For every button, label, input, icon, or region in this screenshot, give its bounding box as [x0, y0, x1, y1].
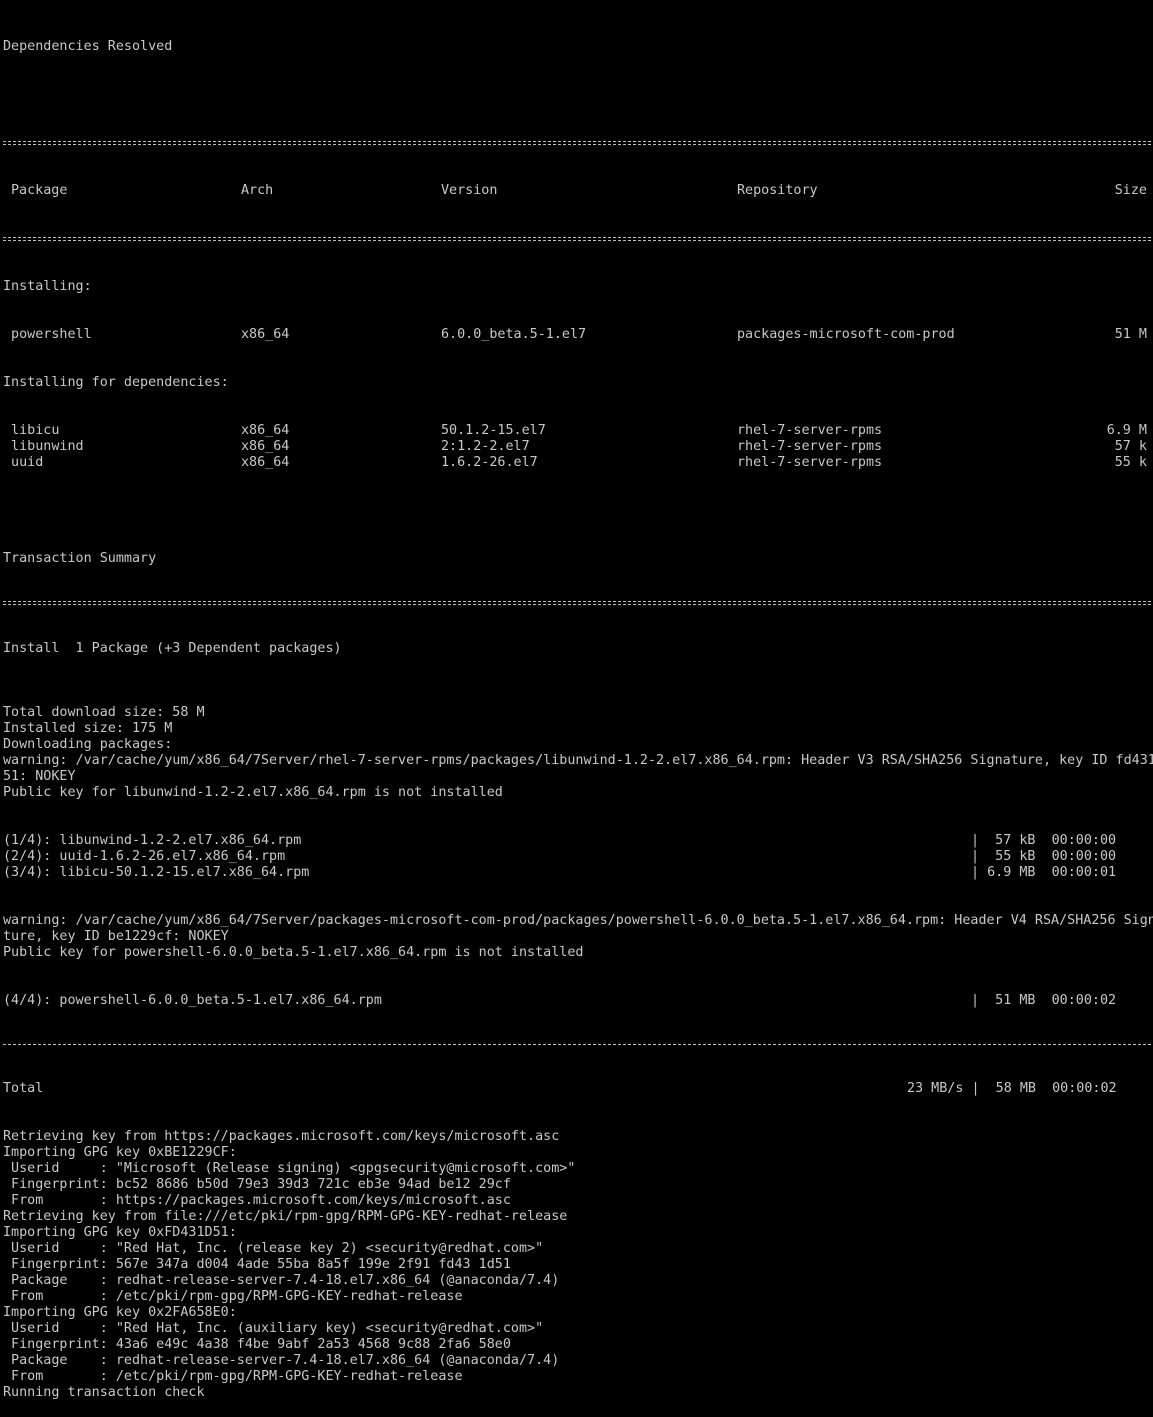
package-name: libunwind	[3, 439, 84, 454]
log-line: Userid : "Red Hat, Inc. (auxiliary key) …	[3, 1321, 544, 1336]
table-header: Package Arch Version Repository Size	[3, 183, 1151, 199]
log-line: Fingerprint: 43a6 e49c 4a38 f4be 9abf 2a…	[3, 1337, 511, 1352]
package-repo: packages-microsoft-com-prod	[737, 327, 955, 342]
download-name: (4/4): powershell-6.0.0_beta.5-1.el7.x86…	[3, 993, 382, 1008]
package-version: 1.6.2-26.el7	[441, 455, 538, 470]
package-name: powershell	[3, 327, 92, 342]
package-size: 55 k	[1114, 455, 1147, 470]
header-repository: Repository	[737, 183, 818, 198]
separator-rule	[3, 141, 1151, 145]
download-row: (3/4): libicu-50.1.2-15.el7.x86_64.rpm | …	[3, 865, 1151, 881]
download-name: (3/4): libicu-50.1.2-15.el7.x86_64.rpm	[3, 865, 310, 880]
log-line: Running transaction check	[3, 1385, 205, 1400]
dependency-rows: libicu x86_64 50.1.2-15.el7 rhel-7-server-r…	[3, 423, 1151, 471]
log-line: Userid : "Red Hat, Inc. (release key 2) …	[3, 1241, 544, 1256]
download-stats: | 57 kB 00:00:00	[971, 833, 1117, 848]
log-line: warning: /var/cache/yum/x86_64/7Server/r…	[3, 753, 1153, 768]
download-row: (2/4): uuid-1.6.2-26.el7.x86_64.rpm | 55 …	[3, 849, 1151, 865]
terminal-output[interactable]: Dependencies Resolved Package Arch Versi…	[3, 7, 1153, 1417]
installing-rows: powershell x86_64 6.0.0_beta.5-1.el7 packag…	[3, 327, 1151, 343]
log-line: Retrieving key from https://packages.mic…	[3, 1129, 560, 1144]
total-line: Total 23 MB/s | 58 MB 00:00:02	[3, 1081, 1151, 1097]
log-line: Fingerprint: 567e 347a d004 4ade 55ba 8a…	[3, 1257, 511, 1272]
deps-resolved-line: Dependencies Resolved	[3, 39, 173, 54]
log-line: Package : redhat-release-server-7.4-18.e…	[3, 1273, 560, 1288]
package-version: 50.1.2-15.el7	[441, 423, 546, 438]
log-line: Importing GPG key 0x2FA658E0:	[3, 1305, 237, 1320]
header-package: Package	[11, 183, 68, 198]
log-line: warning: /var/cache/yum/x86_64/7Server/p…	[3, 913, 1153, 928]
transaction-summary-heading: Transaction Summary	[3, 551, 157, 566]
log-line: Public key for libunwind-1.2-2.el7.x86_6…	[3, 785, 503, 800]
download-row-powershell: (4/4): powershell-6.0.0_beta.5-1.el7.x86…	[3, 993, 1151, 1009]
log-line: Downloading packages:	[3, 737, 173, 752]
package-arch: x86_64	[241, 327, 290, 342]
total-label: Total	[3, 1081, 44, 1096]
installing-label: Installing:	[3, 279, 92, 294]
install-summary-line: Install 1 Package (+3 Dependent packages…	[3, 641, 342, 656]
log-line: From : /etc/pki/rpm-gpg/RPM-GPG-KEY-redh…	[3, 1369, 463, 1384]
header-arch: Arch	[241, 183, 274, 198]
package-size: 57 k	[1114, 439, 1147, 454]
header-size: Size	[1114, 183, 1147, 198]
package-row: uuid x86_64 1.6.2-26.el7 rhel-7-server-rpms…	[3, 455, 1151, 471]
package-version: 6.0.0_beta.5-1.el7	[441, 327, 587, 342]
package-row: libunwind x86_64 2:1.2-2.el7 rhel-7-server-…	[3, 439, 1151, 455]
download-log: Total download size: 58 M Installed size:…	[3, 689, 1153, 801]
log-line: From : /etc/pki/rpm-gpg/RPM-GPG-KEY-redh…	[3, 1289, 463, 1304]
package-repo: rhel-7-server-rpms	[737, 423, 883, 438]
log-line: Retrieving key from file:///etc/pki/rpm-…	[3, 1209, 568, 1224]
package-row: powershell x86_64 6.0.0_beta.5-1.el7 packag…	[3, 327, 1151, 343]
package-arch: x86_64	[241, 439, 290, 454]
package-arch: x86_64	[241, 455, 290, 470]
download-name: (2/4): uuid-1.6.2-26.el7.x86_64.rpm	[3, 849, 286, 864]
download-stats: | 6.9 MB 00:00:01	[971, 865, 1117, 880]
deps-label: Installing for dependencies:	[3, 375, 229, 390]
download-stats: | 55 kB 00:00:00	[971, 849, 1117, 864]
package-version: 2:1.2-2.el7	[441, 439, 530, 454]
log-line: ture, key ID be1229cf: NOKEY	[3, 929, 229, 944]
package-size: 51 M	[1114, 327, 1147, 342]
log-line: Importing GPG key 0xFD431D51:	[3, 1225, 237, 1240]
log-line: Userid : "Microsoft (Release signing) <g…	[3, 1161, 576, 1176]
download-stats: | 51 MB 00:00:02	[971, 993, 1117, 1008]
log-line: Fingerprint: bc52 8686 b50d 79e3 39d3 72…	[3, 1177, 511, 1192]
download-row: (1/4): libunwind-1.2-2.el7.x86_64.rpm | 5…	[3, 833, 1151, 849]
log-line: Package : redhat-release-server-7.4-18.e…	[3, 1353, 560, 1368]
download-name: (1/4): libunwind-1.2-2.el7.x86_64.rpm	[3, 833, 302, 848]
package-size: 6.9 M	[1106, 423, 1147, 438]
gpg-import-log: Retrieving key from https://packages.mic…	[3, 1129, 1151, 1401]
package-repo: rhel-7-server-rpms	[737, 455, 883, 470]
log-line: Installed size: 175 M	[3, 721, 173, 736]
package-row: libicu x86_64 50.1.2-15.el7 rhel-7-server-r…	[3, 423, 1151, 439]
log-line: Total download size: 58 M	[3, 705, 205, 720]
log-line: 51: NOKEY	[3, 769, 76, 784]
log-line: Importing GPG key 0xBE1229CF:	[3, 1145, 237, 1160]
package-name: uuid	[3, 455, 44, 470]
total-stats: 23 MB/s | 58 MB 00:00:02	[907, 1081, 1117, 1096]
header-version: Version	[441, 183, 498, 198]
package-arch: x86_64	[241, 423, 290, 438]
log-line: Public key for powershell-6.0.0_beta.5-1…	[3, 945, 584, 960]
package-name: libicu	[3, 423, 60, 438]
package-repo: rhel-7-server-rpms	[737, 439, 883, 454]
powershell-warning-log: warning: /var/cache/yum/x86_64/7Server/p…	[3, 913, 1153, 961]
separator-rule	[3, 601, 1151, 605]
total-separator	[3, 1044, 1151, 1045]
download-progress-list: (1/4): libunwind-1.2-2.el7.x86_64.rpm | 5…	[3, 833, 1151, 881]
log-line: From : https://packages.microsoft.com/ke…	[3, 1193, 511, 1208]
separator-rule	[3, 237, 1151, 241]
